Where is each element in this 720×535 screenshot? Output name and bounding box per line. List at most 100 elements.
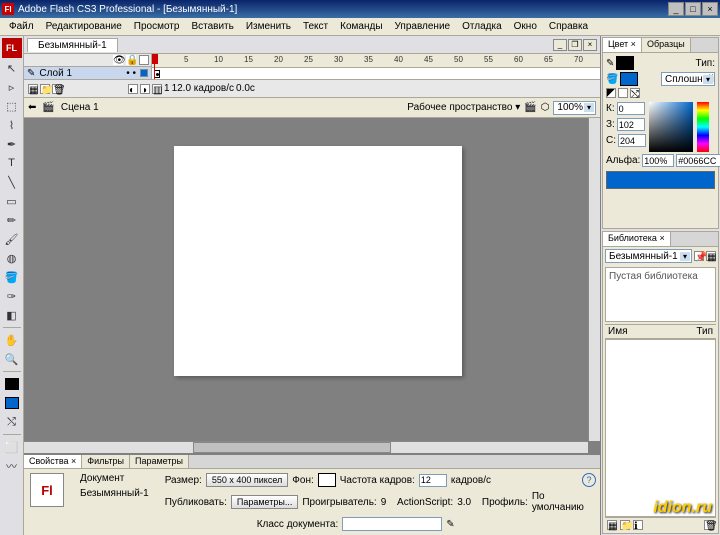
edit-multiple-icon[interactable]: ▥ bbox=[152, 84, 162, 94]
line-tool[interactable]: ╲ bbox=[2, 173, 22, 191]
pencil-stroke-icon[interactable]: ✎ bbox=[606, 58, 614, 69]
help-icon[interactable]: ? bbox=[582, 473, 596, 487]
layer-row[interactable]: ✎ Слой 1 • • bbox=[24, 67, 151, 79]
zoom-tool[interactable]: 🔍 bbox=[2, 350, 22, 368]
lock-column-icon[interactable]: 🔒 bbox=[126, 55, 136, 65]
swap-colors-icon[interactable]: ⤭ bbox=[2, 413, 22, 431]
col-type[interactable]: Тип bbox=[696, 326, 713, 337]
subselection-tool[interactable]: ▹ bbox=[2, 78, 22, 96]
paint-bucket-tool[interactable]: 🪣 bbox=[2, 268, 22, 286]
back-icon[interactable]: ⬅ bbox=[28, 102, 36, 113]
b-input[interactable] bbox=[618, 134, 646, 147]
tab-library[interactable]: Библиотека × bbox=[603, 232, 671, 246]
text-tool[interactable]: T bbox=[2, 154, 22, 172]
stroke-color-icon[interactable] bbox=[2, 375, 22, 393]
edit-symbol-icon[interactable]: ⬡ bbox=[541, 102, 550, 113]
horizontal-scrollbar[interactable] bbox=[24, 441, 588, 453]
edit-class-icon[interactable]: ✎ bbox=[446, 519, 454, 530]
symbol-props-icon[interactable]: ℹ bbox=[633, 520, 643, 530]
fill-swatch[interactable] bbox=[620, 72, 638, 86]
new-layer-icon[interactable]: ▦ bbox=[28, 84, 38, 94]
pin-icon[interactable]: 📌 bbox=[694, 251, 704, 261]
library-item-list[interactable] bbox=[605, 339, 716, 517]
option-smooth-icon[interactable]: 〰 bbox=[2, 457, 22, 475]
stage-canvas[interactable] bbox=[174, 146, 462, 376]
new-folder-icon[interactable]: 📁 bbox=[40, 84, 50, 94]
menu-modify[interactable]: Изменить bbox=[241, 20, 296, 33]
selection-tool[interactable]: ↖ bbox=[2, 59, 22, 77]
edit-scene-icon[interactable]: 🎬 bbox=[524, 102, 536, 113]
onion-outline-icon[interactable]: ◑ bbox=[140, 84, 150, 94]
outline-column-icon[interactable] bbox=[139, 55, 149, 65]
doc-close-button[interactable]: × bbox=[583, 39, 597, 51]
tab-color[interactable]: Цвет × bbox=[603, 38, 642, 52]
library-header[interactable]: Имя Тип bbox=[605, 324, 716, 339]
workspace-menu[interactable]: Рабочее пространство ▾ bbox=[407, 102, 520, 113]
brush-tool[interactable]: 🖌 bbox=[2, 230, 22, 248]
tab-swatches[interactable]: Образцы bbox=[642, 38, 691, 52]
bw-icon[interactable] bbox=[606, 88, 616, 98]
close-button[interactable]: × bbox=[702, 2, 718, 16]
doc-class-input[interactable] bbox=[342, 517, 442, 531]
eyedropper-tool[interactable]: ✑ bbox=[2, 287, 22, 305]
rectangle-tool[interactable]: ▭ bbox=[2, 192, 22, 210]
minimize-button[interactable]: _ bbox=[668, 2, 684, 16]
menu-window[interactable]: Окно bbox=[509, 20, 542, 33]
menu-debug[interactable]: Отладка bbox=[457, 20, 507, 33]
frame-track[interactable] bbox=[152, 68, 600, 79]
menu-edit[interactable]: Редактирование bbox=[41, 20, 127, 33]
option-snap-icon[interactable]: ⬜ bbox=[2, 438, 22, 456]
onion-skin-icon[interactable]: ◐ bbox=[128, 84, 138, 94]
scene-name[interactable]: Сцена 1 bbox=[61, 102, 99, 113]
free-transform-tool[interactable]: ⬚ bbox=[2, 97, 22, 115]
new-lib-icon[interactable]: ▦ bbox=[706, 251, 716, 261]
playhead[interactable] bbox=[154, 54, 155, 79]
lasso-tool[interactable]: ⌇ bbox=[2, 116, 22, 134]
new-symbol-icon[interactable]: ▦ bbox=[607, 520, 617, 530]
tab-filters[interactable]: Фильтры bbox=[82, 455, 130, 468]
menu-insert[interactable]: Вставить bbox=[186, 20, 238, 33]
size-button[interactable]: 550 x 400 пиксел bbox=[206, 473, 288, 487]
fill-color-icon[interactable] bbox=[2, 394, 22, 412]
fill-type-combo[interactable]: Сплошной bbox=[661, 72, 715, 86]
bucket-fill-icon[interactable]: 🪣 bbox=[606, 74, 618, 85]
new-lib-folder-icon[interactable]: 📁 bbox=[620, 520, 630, 530]
menu-file[interactable]: Файл bbox=[4, 20, 39, 33]
bg-color-swatch[interactable] bbox=[318, 473, 336, 487]
r-input[interactable] bbox=[617, 102, 645, 115]
g-input[interactable] bbox=[617, 118, 645, 131]
hand-tool[interactable]: ✋ bbox=[2, 331, 22, 349]
menu-help[interactable]: Справка bbox=[544, 20, 593, 33]
menu-commands[interactable]: Команды bbox=[335, 20, 387, 33]
delete-symbol-icon[interactable]: 🗑 bbox=[704, 520, 714, 530]
zoom-combo[interactable]: 100% bbox=[553, 101, 596, 115]
alpha-input[interactable] bbox=[642, 154, 674, 167]
eraser-tool[interactable]: ◧ bbox=[2, 306, 22, 324]
fps-input[interactable] bbox=[419, 474, 447, 487]
maximize-button[interactable]: □ bbox=[685, 2, 701, 16]
document-tab[interactable]: Безымянный-1 bbox=[27, 38, 118, 52]
swap-icon[interactable]: ⤭ bbox=[630, 88, 640, 98]
vertical-scrollbar[interactable] bbox=[588, 118, 600, 441]
col-name[interactable]: Имя bbox=[608, 326, 627, 337]
stroke-swatch[interactable] bbox=[616, 56, 634, 70]
tab-parameters[interactable]: Параметры bbox=[130, 455, 189, 468]
menu-view[interactable]: Просмотр bbox=[129, 20, 185, 33]
tab-properties[interactable]: Свойства × bbox=[24, 455, 82, 468]
delete-layer-icon[interactable]: 🗑 bbox=[52, 84, 62, 94]
pen-tool[interactable]: ✒ bbox=[2, 135, 22, 153]
hex-input[interactable] bbox=[676, 154, 720, 167]
doc-restore-button[interactable]: ❐ bbox=[568, 39, 582, 51]
menu-control[interactable]: Управление bbox=[390, 20, 456, 33]
frame-ruler[interactable]: 151015202530354045505560657075 bbox=[152, 54, 600, 68]
hue-slider[interactable] bbox=[697, 102, 709, 152]
library-doc-combo[interactable]: Безымянный-1 bbox=[605, 249, 692, 263]
publish-button[interactable]: Параметры... bbox=[231, 495, 298, 509]
pencil-tool[interactable]: ✏ bbox=[2, 211, 22, 229]
nocolor-icon[interactable] bbox=[618, 88, 628, 98]
stage-area[interactable] bbox=[24, 118, 600, 453]
eye-column-icon[interactable]: 👁 bbox=[113, 55, 123, 65]
color-picker-area[interactable] bbox=[649, 102, 693, 152]
doc-minimize-button[interactable]: _ bbox=[553, 39, 567, 51]
menu-text[interactable]: Текст bbox=[298, 20, 333, 33]
